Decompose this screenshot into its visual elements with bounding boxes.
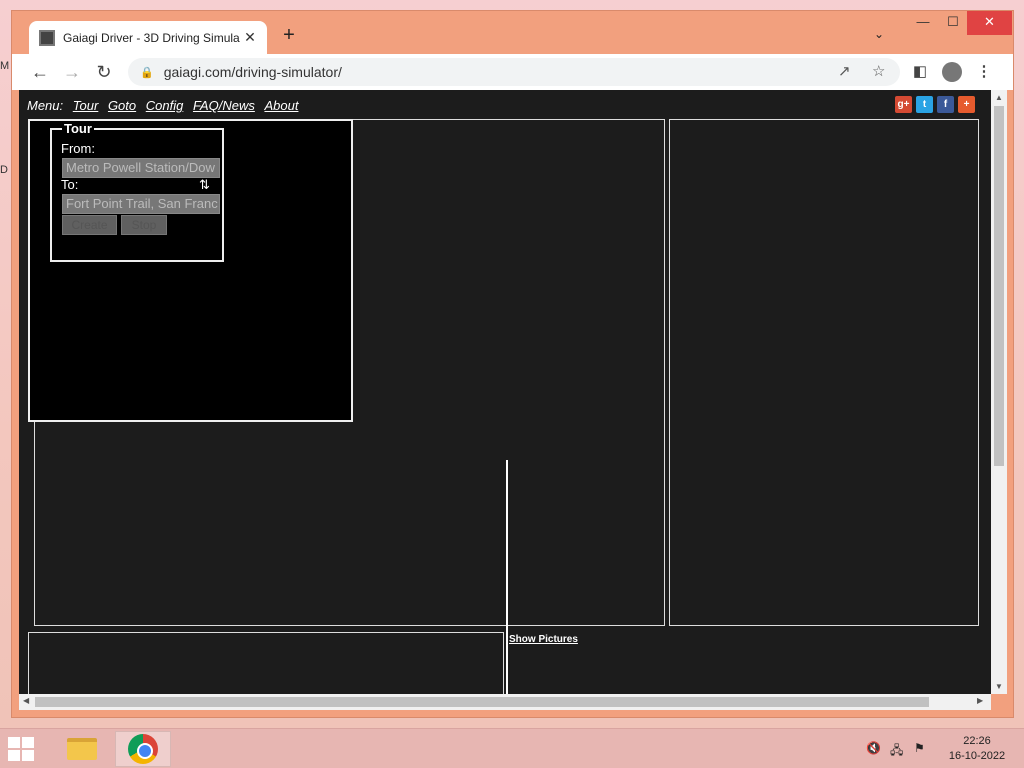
forward-arrow-icon[interactable]: → [59,59,85,85]
file-explorer-button[interactable] [54,731,110,767]
side-panel-icon[interactable]: ◧ [908,60,932,84]
site-menu: Menu: Tour Goto Config FAQ/News About [27,98,298,113]
maximize-button[interactable]: ☐ [937,11,969,35]
scroll-right-icon[interactable]: ▶ [977,696,983,705]
tab-title: Gaiagi Driver - 3D Driving Simula [63,30,240,45]
url-text[interactable]: gaiagi.com/driving-simulator/ [164,64,342,80]
desktop-icon-label[interactable]: D [0,164,8,176]
network-icon[interactable]: 🖧 [890,741,903,762]
folder-icon [67,738,97,760]
back-arrow-icon[interactable]: ← [27,59,53,85]
street-view-panel[interactable] [669,119,979,626]
lock-icon[interactable]: 🔒 [140,66,154,79]
taskbar: 🔇 🖧 ⚑ 22:26 16-10-2022 [0,728,1024,768]
google-plus-icon[interactable]: g+ [895,96,912,113]
tour-fieldset: Tour From: Metro Powell Station/Dow To: … [50,121,224,262]
show-pictures-link[interactable]: Show Pictures [509,634,578,645]
avatar [942,62,962,83]
desktop-icon-label[interactable]: M [0,60,9,72]
system-clock[interactable]: 22:26 16-10-2022 [944,734,1010,764]
share-icon[interactable]: ↗ [838,58,851,86]
browser-toolbar: ← → ↻ 🔒 gaiagi.com/driving-simulator/ ↗ … [12,54,1013,90]
minimize-button[interactable]: — [907,11,939,35]
scroll-down-icon[interactable]: ▼ [991,682,1007,691]
from-label: From: [61,141,95,156]
profile-icon[interactable] [940,60,964,84]
browser-window: Gaiagi Driver - 3D Driving Simula ✕ + ⌄ … [11,10,1014,718]
divider [506,460,508,694]
vertical-scroll-thumb[interactable] [994,106,1004,466]
to-input[interactable]: Fort Point Trail, San Franc [62,194,220,214]
address-bar[interactable]: 🔒 gaiagi.com/driving-simulator/ ↗ ☆ [128,58,900,86]
title-bar: Gaiagi Driver - 3D Driving Simula ✕ + ⌄ … [12,11,1013,54]
chrome-taskbar-button[interactable] [115,731,171,767]
browser-tab[interactable]: Gaiagi Driver - 3D Driving Simula ✕ [29,21,267,54]
menu-faq-news-link[interactable]: FAQ/News [193,98,255,113]
reload-icon[interactable]: ↻ [91,59,117,85]
favicon-icon [39,29,55,46]
from-input[interactable]: Metro Powell Station/Dow [62,158,220,178]
facebook-icon[interactable]: f [937,96,954,113]
menu-about-link[interactable]: About [264,98,298,113]
to-label: To: [61,177,79,192]
page-viewport: Menu: Tour Goto Config FAQ/News About g+… [19,90,991,694]
horizontal-scroll-thumb[interactable] [35,697,929,707]
pictures-panel[interactable] [28,632,504,694]
menu-goto-link[interactable]: Goto [108,98,136,113]
volume-muted-icon[interactable]: 🔇 [866,741,881,755]
menu-label: Menu: [27,98,64,113]
chrome-icon [128,734,158,764]
close-window-button[interactable]: ✕ [967,11,1012,35]
tour-legend: Tour [62,121,94,136]
tab-close-icon[interactable]: ✕ [241,29,259,46]
scroll-up-icon[interactable]: ▲ [991,93,1007,102]
map-panel[interactable]: Tour From: Metro Powell Station/Dow To: … [28,119,353,422]
swap-icon[interactable]: ⇅ [199,177,210,193]
horizontal-scrollbar[interactable]: ◀ ▶ [19,694,991,710]
share-plus-icon[interactable]: + [958,96,975,113]
twitter-icon[interactable]: t [916,96,933,113]
kebab-menu-icon[interactable]: ⋮ [972,60,996,84]
bookmark-star-icon[interactable]: ☆ [872,58,885,86]
new-tab-button[interactable]: + [277,24,301,47]
menu-tour-link[interactable]: Tour [73,98,99,113]
create-tour-button[interactable]: Create [62,215,117,235]
windows-start-icon[interactable] [8,737,38,761]
vertical-scrollbar[interactable]: ▲ ▼ [991,90,1007,694]
tab-search-chevron-icon[interactable]: ⌄ [874,27,884,41]
menu-config-link[interactable]: Config [146,98,184,113]
clock-date: 16-10-2022 [948,750,1006,762]
clock-time: 22:26 [963,735,991,747]
action-center-flag-icon[interactable]: ⚑ [914,741,925,755]
scroll-left-icon[interactable]: ◀ [23,696,29,705]
stop-tour-button[interactable]: Stop [121,215,167,235]
